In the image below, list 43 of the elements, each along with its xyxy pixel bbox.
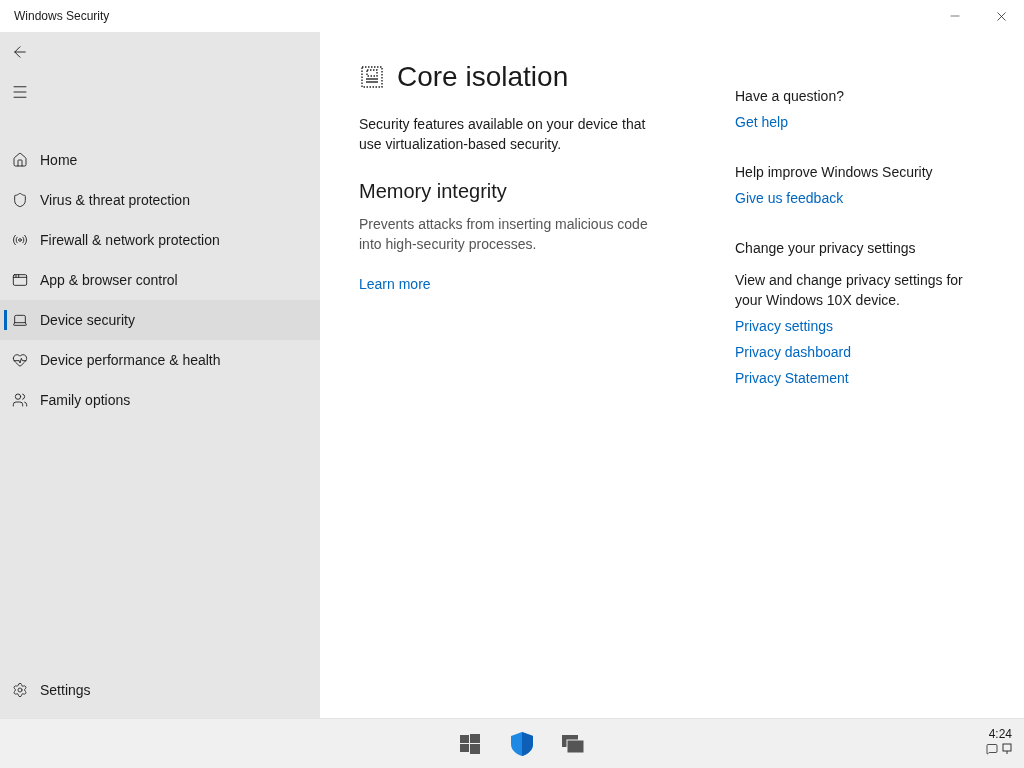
nav-item[interactable]: Home [0,140,320,180]
antenna-icon [12,232,28,248]
learn-more-link[interactable]: Learn more [359,274,431,295]
task-view-button[interactable] [562,733,584,754]
settings-button[interactable]: Settings [0,670,320,710]
section-title: Memory integrity [359,179,508,204]
window-icon [12,272,28,288]
clock: 4:24 [988,727,1012,741]
settings-icon [12,682,28,698]
aside-heading: Have a question? [735,87,845,106]
nav-item[interactable]: Virus & threat protection [0,180,320,220]
aside-link[interactable]: Get help [735,112,788,132]
shield-icon [510,730,534,757]
menu-icon [11,83,29,101]
shield-icon [12,192,28,208]
aside-text: View and change privacy settings for your Windows 10X device. [735,271,963,310]
laptop-icon [12,312,28,328]
start-button[interactable] [460,732,482,755]
aside-link[interactable]: Privacy dashboard [735,342,851,362]
window-title: Windows Security [13,8,110,25]
message-icon [986,743,998,755]
nav-item[interactable]: Device security [0,300,320,340]
aside-link[interactable]: Privacy settings [735,316,834,336]
overlapping-windows-icon [562,734,584,753]
aside-link[interactable]: Privacy Statement [735,368,849,388]
nav-item[interactable]: App & browser control [0,260,320,300]
aside-heading: Help improve Windows Security [735,163,934,182]
back-icon [11,43,29,61]
section-description: Prevents attacks from inserting malicious code into high-security processes. [359,215,649,254]
plug-icon [1002,743,1012,755]
chip-icon [359,64,385,90]
nav-item[interactable]: Family options [0,380,320,420]
security-taskbar-button[interactable] [510,730,534,757]
page-title: Core isolation [397,60,569,94]
nav-item[interactable]: Firewall & network protection [0,220,320,260]
page-description: Security features available on your device that use virtualization-based security. [359,115,647,154]
heart-icon [12,352,28,368]
nav-item[interactable]: Device performance & health [0,340,320,380]
windows-logo-icon [460,733,480,754]
aside-link[interactable]: Give us feedback [735,188,844,208]
home-icon [12,152,28,168]
people-icon [12,392,28,408]
aside-heading: Change your privacy settings [735,239,917,258]
